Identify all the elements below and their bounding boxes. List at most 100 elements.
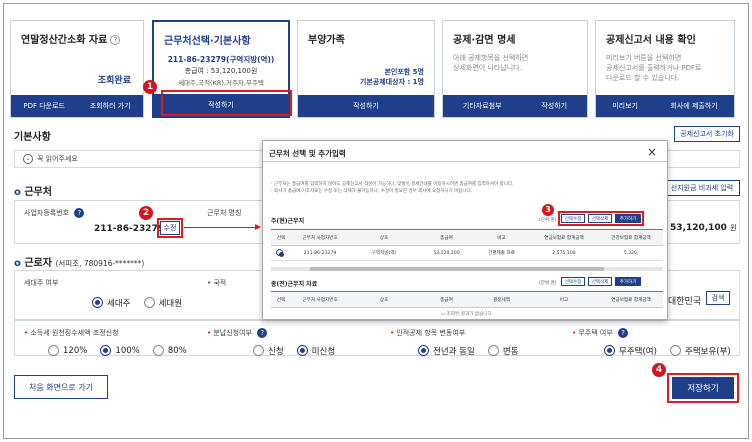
help-icon[interactable]: ?	[618, 328, 629, 338]
column-header: 결정세액	[474, 291, 529, 308]
change-radio-group: 전년과 동일 변동	[418, 341, 527, 360]
step-badge-2: 2	[139, 206, 153, 220]
table-cell: 2,575,100	[529, 245, 599, 261]
table-cell: 211-86-23279	[291, 245, 349, 261]
bizno-text: 211-86-23279(구역지방(역))	[167, 55, 275, 64]
column-header: 상호	[349, 229, 419, 246]
column-header: 비고	[529, 291, 599, 308]
reset-form-button[interactable]: 공제신고서 초기화	[674, 126, 740, 142]
step-title: 근무처선택·기본사항	[164, 36, 251, 47]
section-title-basic: 기본사항	[14, 132, 51, 143]
write-button[interactable]: 작성하기	[298, 95, 434, 117]
highlight-box-step1	[161, 90, 292, 116]
column-header: 선택	[271, 229, 291, 246]
edit-selected-button[interactable]: 선택수정	[561, 277, 585, 286]
search-button[interactable]: 검색	[706, 291, 730, 305]
count-text: 본인포함 5명	[384, 68, 424, 76]
step-badge-1: 1	[143, 80, 157, 94]
head-label: 세대주 여부	[24, 279, 59, 287]
split-label: 분납신청여부	[213, 329, 252, 337]
withhold-label: 소득세 원천징수세액 조정신청	[30, 329, 119, 337]
close-icon[interactable]: ×	[647, 145, 657, 159]
add-button[interactable]: 추가하기	[615, 277, 641, 286]
status-text: 조회완료	[97, 76, 131, 86]
table-row[interactable]: 211-86-23279 구역지방(역) 53,120,100 간편제출 자료 …	[271, 245, 663, 261]
bizno-value: 211-86-23279	[94, 224, 165, 234]
highlight-box-modal	[558, 211, 644, 226]
attach-other-button[interactable]: 기타자료첨부	[463, 101, 502, 111]
delete-selected-button[interactable]: 선택삭제	[588, 277, 612, 286]
radio-100[interactable]: 100%	[100, 345, 140, 356]
highlight-box-edit	[157, 218, 183, 238]
write-button[interactable]: 작성하기	[541, 101, 567, 111]
radio-has-house[interactable]: 주택보유(부)	[670, 345, 731, 357]
column-header: 연금보험료 합계금액	[529, 229, 599, 246]
radio-changed[interactable]: 변동	[487, 345, 519, 357]
radio-not-apply[interactable]: 미신청	[296, 345, 335, 357]
won-unit: 원	[730, 224, 737, 232]
workplace-modal: 근무처 선택 및 추가입력 × - 근무처는 총급여를 입력하지 않아도 공제신…	[262, 140, 668, 320]
pdf-download-button[interactable]: PDF 다운로드	[23, 101, 65, 111]
basic-deduction-text: 기본공제대상자 : 1명	[359, 78, 424, 86]
total-salary-value: 53,120,100	[670, 223, 727, 233]
column-header: 총급여	[419, 229, 474, 246]
step-card-dependents: 부양가족 본인포함 5명 기본공제대상자 : 1명 작성하기	[297, 20, 435, 118]
row-select-radio[interactable]	[275, 248, 287, 257]
section-title-workplace: 근무처	[14, 183, 52, 198]
unit-text: (단위:원)	[539, 281, 557, 286]
empty-message: ▭ 조회된 결과가 없습니다.	[440, 312, 494, 317]
prev-workplace-table: 선택 근무처 사업자번호 상호 총급여 결정세액 비고 연금보험료 합계금액	[271, 291, 663, 308]
modal-title: 근무처 선택 및 추가입력	[269, 149, 346, 158]
bizno-label: 사업자등록번호	[24, 209, 70, 217]
modal-note: - 근무처는 총급여를 입력하지 않아도 공제신고서 작성이 가능하나, 맞벌이…	[271, 182, 514, 187]
prev-workplace-title: 종(전)근무지 자료	[271, 281, 318, 288]
step-title: 공제·감면 명세	[453, 35, 516, 46]
submit-to-company-button[interactable]: 회사에 제출하기	[670, 101, 717, 111]
radio-same[interactable]: 전년과 동일	[418, 345, 475, 357]
withhold-radio-group: 120% 100% 80%	[48, 341, 195, 360]
radio-120[interactable]: 120%	[48, 345, 87, 356]
radio-member[interactable]: 세대원	[143, 297, 182, 309]
step-badge-4: 4	[652, 363, 666, 377]
column-header: 비고	[474, 229, 529, 246]
current-workplace-title: 주(현)근무지	[271, 218, 305, 225]
column-header: 근무처 사업자번호	[291, 291, 349, 308]
radio-head[interactable]: 세대주	[92, 297, 130, 309]
column-header: 건강보험료 합계금액	[599, 229, 663, 246]
step-badge-3: 3	[542, 204, 554, 216]
step-title: 공제신고서 내용 확인	[606, 35, 696, 46]
column-header: 선택	[271, 291, 291, 308]
help-icon[interactable]: ?	[110, 35, 121, 45]
column-header: 근무처 사업자번호	[291, 229, 349, 246]
workplace-name-label: 근무처 명칭	[207, 209, 242, 217]
help-icon[interactable]: ?	[74, 208, 85, 218]
section-title-worker: 근로자 (서피조, 780916-*******)	[14, 254, 144, 269]
step-title: 부양가족	[308, 35, 345, 46]
modal-note: - 회사가 총급여 기초자료는 수정 또는 삭제가 불가능하나, 수정이 필요한…	[271, 189, 473, 194]
radio-apply[interactable]: 신청	[253, 345, 284, 357]
info-text: 세대주,국적(KR),거주자,무주택	[178, 79, 264, 87]
table-cell: 구역지방(역)	[349, 245, 419, 261]
radio-80[interactable]: 80%	[152, 345, 187, 356]
column-header: 상호	[349, 291, 419, 308]
go-lookup-button[interactable]: 조회하러 가기	[90, 101, 131, 111]
table-cell: 53,120,100	[419, 245, 474, 261]
step-card-deductions: 공제·감면 명세 아래 공제항목을 선택하면 상세화면이 나타납니다. 기타자료첨…	[442, 20, 588, 118]
radio-no-house[interactable]: 무주택(여)	[604, 345, 657, 357]
help-icon[interactable]: ?	[257, 328, 268, 338]
horizontal-scrollbar[interactable]	[271, 267, 663, 271]
salary-text: 총급여 : 53,120,100원	[184, 67, 258, 75]
house-radio-group: 무주택(여) 주택보유(부)	[604, 341, 739, 360]
go-home-button[interactable]: 처음 화면으로 가기	[14, 375, 108, 399]
table-cell: 5,320,	[599, 245, 663, 261]
arrow-icon	[184, 224, 261, 230]
change-label: 인적공제 항목 변동여부	[396, 329, 466, 337]
nation-label: 국적	[213, 279, 227, 287]
support-fund-button[interactable]: 선지원금 비과세 입력	[664, 180, 740, 196]
house-label: 무주택 여부	[578, 329, 613, 337]
preview-button[interactable]: 미리보기	[612, 101, 638, 111]
notice-text: 꼭 읽어주세요	[37, 155, 78, 163]
highlight-box-save	[667, 373, 739, 403]
head-radio-group: 세대주 세대원	[92, 293, 190, 312]
split-radio-group: 신청 미신청	[253, 341, 343, 360]
